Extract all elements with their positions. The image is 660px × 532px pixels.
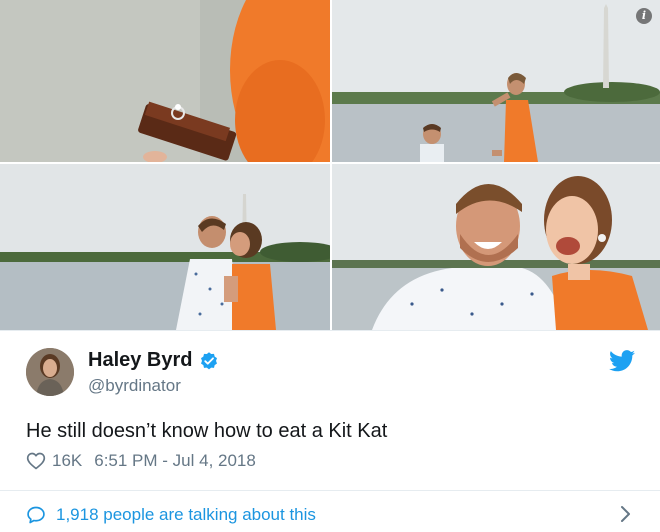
author-name-row: Haley Byrd [88, 349, 219, 372]
photo-grid[interactable]: i [0, 0, 660, 330]
conversation-label[interactable]: 1,918 people are talking about this [56, 505, 316, 525]
display-name[interactable]: Haley Byrd [88, 349, 193, 372]
comment-bubble-icon [27, 506, 45, 524]
avatar[interactable] [26, 348, 74, 396]
tweet-text: He still doesn’t know how to eat a Kit K… [26, 420, 388, 442]
photo-proposal-monument[interactable] [332, 0, 660, 162]
chevron-right-icon[interactable] [618, 505, 632, 523]
verified-badge-icon [200, 351, 217, 369]
photo-kiss[interactable] [0, 164, 330, 330]
like-count[interactable]: 16K [52, 451, 82, 471]
heart-icon[interactable] [26, 451, 46, 471]
timestamp[interactable]: 6:51 PM - Jul 4, 2018 [94, 451, 256, 471]
photo-kitkat-ring[interactable] [0, 0, 330, 162]
photo-couple-smiling[interactable] [332, 164, 660, 330]
handle[interactable]: @byrdinator [88, 376, 181, 396]
info-icon[interactable]: i [636, 8, 652, 24]
conversation-link[interactable]: 1,918 people are talking about this [0, 490, 660, 532]
twitter-bird-icon[interactable] [609, 350, 635, 372]
tweet-meta-row: 16K 6:51 PM - Jul 4, 2018 [26, 451, 256, 471]
